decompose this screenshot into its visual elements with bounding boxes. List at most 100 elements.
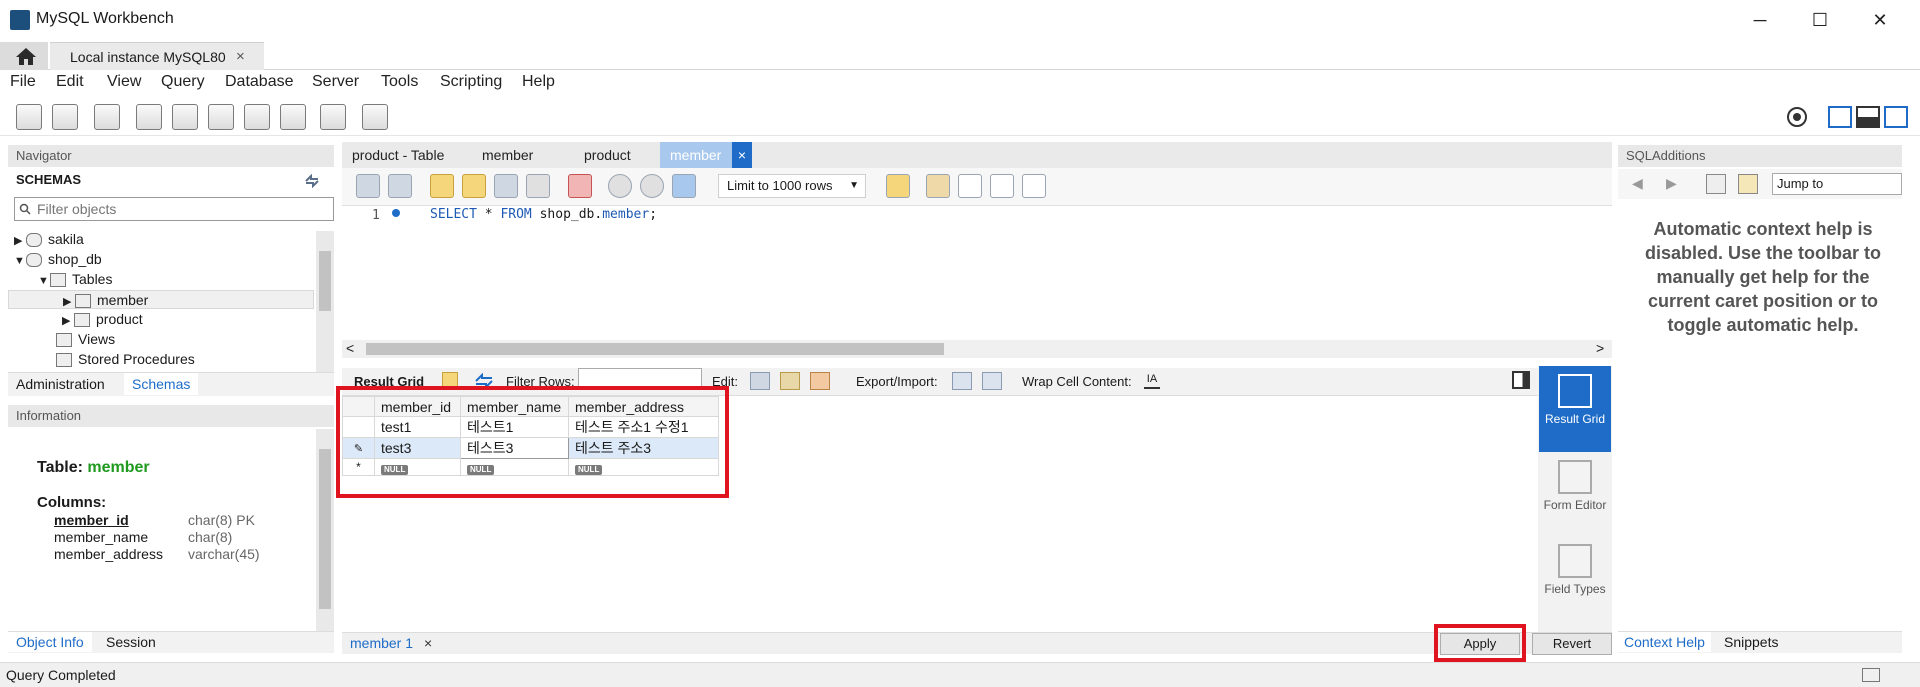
- tree-item-shop-db[interactable]: ▼ shop_db: [14, 250, 102, 269]
- toggle-output-icon[interactable]: [1856, 106, 1880, 128]
- settings-circle-icon[interactable]: [1786, 106, 1808, 128]
- output-toggle-icon[interactable]: [1862, 668, 1880, 682]
- word-wrap-icon[interactable]: [1022, 174, 1046, 198]
- filter-objects-field[interactable]: [14, 197, 334, 221]
- open-file-icon[interactable]: [356, 174, 380, 198]
- maximize-button[interactable]: ☐: [1800, 6, 1840, 34]
- tree-item-tables[interactable]: ▼ Tables: [38, 270, 112, 289]
- menu-edit[interactable]: Edit: [56, 73, 84, 91]
- tab-context-help[interactable]: Context Help: [1618, 632, 1711, 652]
- form-editor-side-button[interactable]: Form Editor: [1539, 460, 1611, 512]
- menu-view[interactable]: View: [107, 73, 141, 91]
- menu-tools[interactable]: Tools: [381, 73, 418, 91]
- menu-help[interactable]: Help: [522, 73, 555, 91]
- field-types-side-button[interactable]: Field Types: [1539, 544, 1611, 596]
- sql-editor[interactable]: 1 SELECT * FROM shop_db.member;: [342, 206, 1612, 340]
- scrollbar-thumb[interactable]: [319, 251, 331, 311]
- highlight-grid-box: [336, 386, 729, 498]
- rollback-icon[interactable]: [640, 174, 664, 198]
- editor-hscrollbar[interactable]: < >: [342, 340, 1612, 358]
- toggle-error-icon[interactable]: [568, 174, 592, 198]
- close-result-tab-icon[interactable]: ×: [424, 635, 432, 651]
- menu-database[interactable]: Database: [225, 73, 294, 91]
- manual-help-icon[interactable]: [1706, 174, 1726, 194]
- revert-button[interactable]: Revert: [1532, 633, 1612, 655]
- create-procedure-icon[interactable]: [244, 104, 270, 130]
- close-window-button[interactable]: ✕: [1860, 6, 1900, 34]
- import-icon[interactable]: [982, 372, 1002, 390]
- create-schema-icon[interactable]: [136, 104, 162, 130]
- open-sql-script-icon[interactable]: [52, 104, 78, 130]
- result-side-panel: Result Grid Form Editor Field Types: [1538, 366, 1612, 632]
- search-table-data-icon[interactable]: [320, 104, 346, 130]
- close-tab-icon[interactable]: ×: [236, 48, 245, 65]
- tree-item-stored-procedures[interactable]: Stored Procedures: [56, 350, 195, 369]
- editor-tab-product-table[interactable]: product - Table: [342, 142, 454, 168]
- reconnect-icon[interactable]: [362, 104, 388, 130]
- tree-item-product[interactable]: ▶ product: [62, 310, 143, 329]
- tree-item-member[interactable]: ▶ member: [8, 290, 314, 309]
- new-sql-tab-icon[interactable]: [16, 104, 42, 130]
- wrap-cell-label: Wrap Cell Content:: [1022, 374, 1132, 389]
- home-tab[interactable]: [0, 42, 48, 70]
- result-grid-side-button[interactable]: Result Grid: [1539, 366, 1611, 452]
- limit-rows-select[interactable]: Limit to 1000 rows ▼: [718, 174, 866, 198]
- delete-row-icon[interactable]: [810, 372, 830, 390]
- scrollbar-thumb[interactable]: [366, 343, 944, 355]
- tab-session[interactable]: Session: [106, 634, 156, 650]
- stop-icon[interactable]: [526, 174, 550, 198]
- navigator-scrollbar[interactable]: [316, 231, 334, 375]
- connection-tab[interactable]: Local instance MySQL80 ×: [50, 42, 264, 70]
- execute-current-icon[interactable]: [462, 174, 486, 198]
- add-row-icon[interactable]: [780, 372, 800, 390]
- toggle-sidebar-icon[interactable]: [1828, 106, 1852, 128]
- tab-administration[interactable]: Administration: [16, 376, 105, 392]
- autocommit-icon[interactable]: [672, 174, 696, 198]
- menu-server[interactable]: Server: [312, 73, 359, 91]
- info-table-label: Table:: [37, 459, 83, 476]
- minimize-button[interactable]: ─: [1740, 6, 1780, 34]
- save-icon[interactable]: [388, 174, 412, 198]
- invisible-chars-icon[interactable]: [990, 174, 1014, 198]
- editor-tab-product[interactable]: product: [574, 142, 641, 168]
- back-icon[interactable]: ◀: [1632, 175, 1643, 192]
- scroll-left-icon[interactable]: <: [346, 340, 354, 356]
- editor-tab-member-active[interactable]: member: [660, 142, 732, 168]
- create-function-icon[interactable]: [280, 104, 306, 130]
- jump-to-select[interactable]: Jump to: [1772, 173, 1902, 195]
- edit-row-icon[interactable]: [750, 372, 770, 390]
- toggle-side-panel-icon[interactable]: [1512, 371, 1530, 389]
- export-icon[interactable]: [952, 372, 972, 390]
- beautify-icon[interactable]: [926, 174, 950, 198]
- info-scrollbar[interactable]: [316, 429, 334, 631]
- menu-file[interactable]: File: [10, 73, 36, 91]
- scrollbar-thumb[interactable]: [319, 449, 331, 609]
- menu-query[interactable]: Query: [161, 73, 205, 91]
- editor-tab-member[interactable]: member: [472, 142, 543, 168]
- tab-object-info[interactable]: Object Info: [8, 632, 92, 652]
- filter-objects-input[interactable]: [37, 199, 329, 219]
- tab-snippets[interactable]: Snippets: [1724, 634, 1778, 650]
- execute-icon[interactable]: [430, 174, 454, 198]
- menu-scripting[interactable]: Scripting: [440, 73, 502, 91]
- explain-icon[interactable]: [494, 174, 518, 198]
- result-tab-member-1[interactable]: member 1: [350, 635, 413, 651]
- tree-label-views: Views: [78, 331, 116, 347]
- find-icon[interactable]: [958, 174, 982, 198]
- commit-icon[interactable]: [608, 174, 632, 198]
- inspector-icon[interactable]: [94, 104, 120, 130]
- add-bookmark-icon[interactable]: [886, 174, 910, 198]
- toggle-secondary-sidebar-icon[interactable]: [1884, 106, 1908, 128]
- create-table-icon[interactable]: [172, 104, 198, 130]
- chevron-down-icon: ▼: [849, 180, 859, 191]
- create-view-icon[interactable]: [208, 104, 234, 130]
- close-editor-tab-icon[interactable]: ×: [732, 142, 752, 168]
- tab-schemas[interactable]: Schemas: [124, 373, 199, 395]
- scroll-right-icon[interactable]: >: [1596, 340, 1604, 356]
- auto-help-icon[interactable]: [1738, 174, 1758, 194]
- tree-item-views[interactable]: Views: [56, 330, 115, 349]
- wrap-cell-icon[interactable]: IA: [1144, 373, 1160, 389]
- tree-item-sakila[interactable]: ▶ sakila: [14, 230, 84, 249]
- refresh-schemas-icon[interactable]: [304, 174, 320, 188]
- forward-icon[interactable]: ▶: [1666, 175, 1677, 192]
